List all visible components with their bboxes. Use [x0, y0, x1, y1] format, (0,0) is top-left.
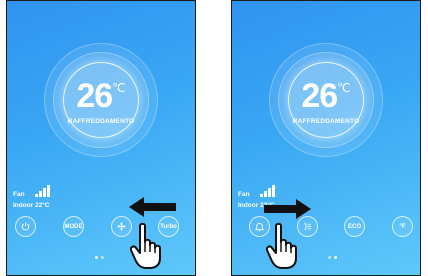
airflow-icon — [304, 222, 312, 231]
signal-bars-icon — [260, 185, 276, 197]
indoor-temperature: Indoor 22°C — [238, 202, 275, 209]
turbo-button-label: Turbo — [160, 223, 177, 230]
fan-speed-button[interactable] — [111, 216, 132, 237]
power-icon — [21, 222, 30, 231]
fan-label: Fan — [13, 191, 25, 198]
mode-label: RAFFREDDAMENTO — [67, 118, 135, 125]
mode-button[interactable]: MODE — [63, 216, 84, 237]
temperature-display: 26℃ — [7, 77, 195, 116]
power-button[interactable] — [15, 216, 36, 237]
fahrenheit-button[interactable]: °F — [392, 216, 413, 237]
indoor-temperature: Indoor 22°C — [13, 202, 50, 209]
signal-bars-icon — [35, 185, 51, 197]
fan-label: Fan — [238, 191, 250, 198]
fahrenheit-button-label: °F — [399, 223, 406, 230]
fan-icon — [117, 222, 126, 231]
temperature-unit: ℃ — [112, 81, 126, 95]
temperature-display: 26℃ — [232, 77, 420, 116]
temperature-value: 26 — [301, 77, 338, 115]
temperature-unit: ℃ — [337, 81, 351, 95]
phone-screen-2: 26℃ RAFFREDDAMENTO Fan Indoor 22°C ECO °… — [231, 0, 421, 276]
page-indicator — [95, 256, 107, 260]
phone-screen-1: 26℃ RAFFREDDAMENTO Fan Indoor 22°C MODE … — [6, 0, 196, 276]
eco-button-label: ECO — [347, 223, 361, 230]
mode-label: RAFFREDDAMENTO — [292, 118, 360, 125]
temperature-value: 26 — [76, 77, 113, 115]
turbo-button[interactable]: Turbo — [158, 216, 179, 237]
bell-icon — [254, 222, 265, 232]
alarm-button[interactable] — [249, 216, 270, 237]
airflow-button[interactable] — [297, 216, 318, 237]
mode-button-label: MODE — [64, 223, 83, 230]
eco-button[interactable]: ECO — [344, 216, 365, 237]
page-indicator — [328, 256, 340, 260]
